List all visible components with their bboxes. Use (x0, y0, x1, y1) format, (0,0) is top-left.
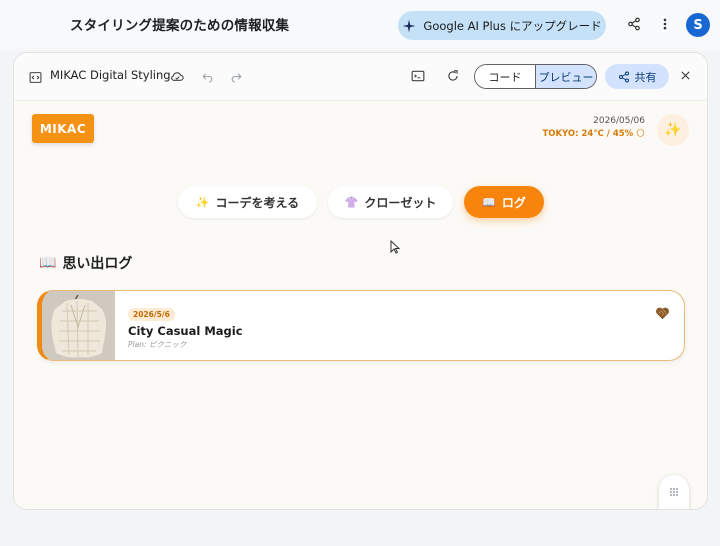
log-card[interactable]: 2026/5/6 City Casual Magic Plan: ピクニック (37, 290, 685, 361)
weather-info: TOKYO: 24°C / 45% 🌕 (542, 129, 645, 139)
share-icon[interactable] (625, 15, 643, 33)
tab-closet[interactable]: 👚 クローゼット (328, 186, 453, 218)
share-button[interactable]: 共有 (605, 64, 669, 89)
sparkle-icon: ✨ (664, 122, 682, 138)
tab-coordinate[interactable]: ✨ コーデを考える (178, 186, 317, 218)
current-date: 2026/05/06 (593, 116, 645, 126)
close-icon[interactable] (677, 67, 693, 83)
sparkle-icon: ✨ (195, 195, 210, 209)
tab-label: コーデを考える (215, 195, 300, 210)
app-logo[interactable]: MIKAC (32, 114, 94, 143)
avatar[interactable]: S (686, 13, 710, 37)
floating-tools (659, 475, 689, 509)
drag-handle-icon[interactable] (669, 487, 679, 497)
upgrade-button[interactable]: Google AI Plus にアップグレード (398, 11, 606, 40)
preview-toggle-button[interactable]: プレビュー (536, 65, 596, 88)
code-toggle-button[interactable]: コード (475, 65, 536, 88)
log-title: City Casual Magic (128, 324, 243, 338)
view-toggle: コード プレビュー (474, 64, 597, 89)
section-title-text: 思い出ログ (62, 256, 133, 272)
terminal-icon[interactable] (410, 68, 426, 84)
panel-toolbar: MIKAC Digital Styling コード プレビュー 共有 (14, 53, 707, 101)
book-icon: 📖 (39, 255, 57, 271)
page-title: スタイリング提案のための情報収集 (70, 18, 290, 34)
app-preview: MIKAC 2026/05/06 TOKYO: 24°C / 45% 🌕 ✨ ✨… (14, 101, 707, 509)
book-icon: 📖 (482, 195, 496, 209)
mouse-cursor-icon (390, 240, 400, 254)
upgrade-label: Google AI Plus にアップグレード (423, 18, 602, 33)
section-title: 📖 思い出ログ (39, 253, 132, 273)
log-date-badge: 2026/5/6 (128, 308, 175, 321)
undo-icon[interactable] (199, 68, 215, 84)
shirt-icon: 👚 (344, 195, 359, 209)
redo-icon[interactable] (228, 68, 244, 84)
share-label: 共有 (634, 70, 657, 84)
sparkle-button[interactable]: ✨ (657, 114, 689, 146)
canvas-panel: MIKAC Digital Styling コード プレビュー 共有 MIKAC (13, 52, 708, 510)
outfit-thumbnail (42, 291, 115, 360)
heart-icon[interactable] (655, 306, 670, 320)
tab-label: クローゼット (364, 195, 437, 210)
refresh-icon[interactable] (445, 68, 461, 84)
tab-log[interactable]: 📖 ログ (464, 186, 544, 218)
share-icon (618, 71, 629, 82)
tab-label: ログ (501, 195, 526, 210)
doc-title: MIKAC Digital Styling (50, 68, 171, 82)
top-app-bar: スタイリング提案のための情報収集 Google AI Plus にアップグレード… (0, 0, 720, 50)
more-vert-icon[interactable] (656, 15, 674, 33)
code-file-icon (29, 69, 42, 88)
log-plan: Plan: ピクニック (128, 340, 187, 349)
cloud-icon[interactable] (169, 68, 185, 84)
sparkle-icon (402, 19, 416, 32)
